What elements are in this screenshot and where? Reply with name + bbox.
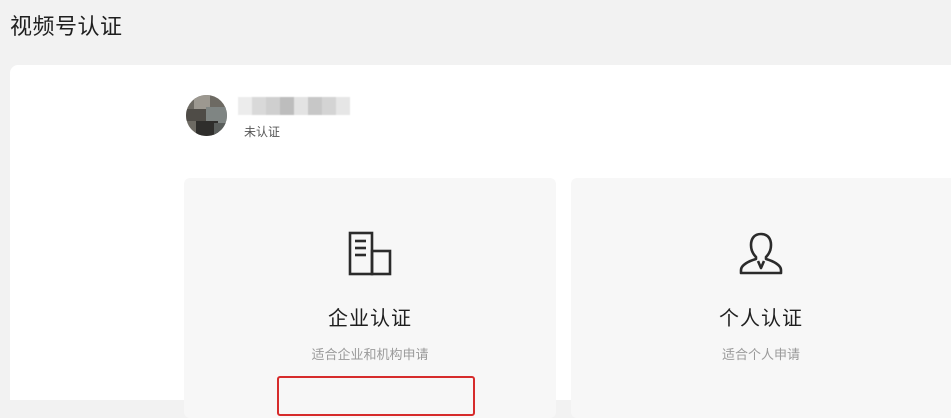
main-panel: 未认证 企业认证 适合企业和机构申请 个人认证 适合个人申请 bbox=[10, 65, 951, 418]
avatar bbox=[186, 95, 227, 136]
nickname-blur-block bbox=[308, 97, 322, 115]
personal-card-description: 适合个人申请 bbox=[721, 348, 800, 363]
nickname-blur-block bbox=[336, 97, 350, 115]
nickname-blur-block bbox=[252, 97, 266, 115]
enterprise-certification-card[interactable]: 企业认证 适合企业和机构申请 bbox=[184, 178, 556, 418]
enterprise-card-title: 企业认证 bbox=[328, 306, 412, 330]
nickname-blur-block bbox=[266, 97, 280, 115]
enterprise-card-description: 适合企业和机构申请 bbox=[311, 348, 429, 363]
person-icon bbox=[739, 232, 783, 275]
building-icon bbox=[348, 231, 392, 276]
nickname-blur-block bbox=[280, 97, 294, 115]
verification-status: 未认证 bbox=[244, 125, 281, 139]
nickname-blur-block bbox=[322, 97, 336, 115]
page-title: 视频号认证 bbox=[10, 15, 123, 40]
personal-certification-card[interactable]: 个人认证 适合个人申请 bbox=[571, 178, 951, 418]
personal-card-title: 个人认证 bbox=[719, 306, 803, 330]
account-nickname-blurred bbox=[238, 97, 350, 115]
nickname-blur-block bbox=[238, 97, 252, 115]
nickname-blur-block bbox=[294, 97, 308, 115]
highlight-annotation-box bbox=[277, 376, 475, 416]
